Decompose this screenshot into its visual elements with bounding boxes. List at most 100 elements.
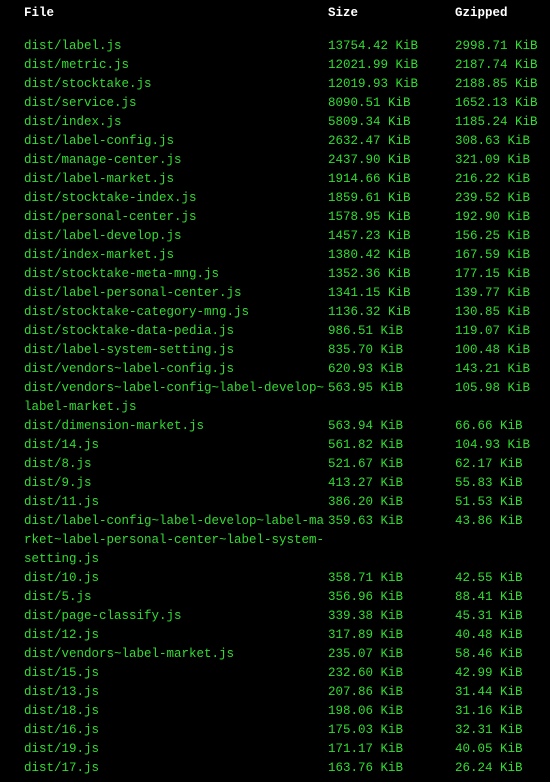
cell-gzipped: 2188.85 KiB: [455, 75, 550, 94]
table-body: dist/label.js13754.42 KiB2998.71 KiBdist…: [8, 37, 542, 778]
cell-file: dist/vendors~label-market.js: [8, 645, 328, 664]
cell-gzipped: 177.15 KiB: [455, 265, 550, 284]
table-row: dist/14.js561.82 KiB104.93 KiB: [8, 436, 542, 455]
table-row: dist/label-config~label-develop~label-ma…: [8, 512, 542, 569]
cell-size: 1352.36 KiB: [328, 265, 455, 284]
table-header-row: File Size Gzipped: [8, 4, 542, 23]
cell-file: dist/19.js: [8, 740, 328, 759]
cell-size: 163.76 KiB: [328, 759, 455, 778]
table-row: dist/stocktake-category-mng.js1136.32 Ki…: [8, 303, 542, 322]
cell-gzipped: 239.52 KiB: [455, 189, 550, 208]
cell-file: dist/label-config~label-develop~label-ma…: [8, 512, 328, 569]
cell-size: 563.94 KiB: [328, 417, 455, 436]
table-row: dist/label.js13754.42 KiB2998.71 KiB: [8, 37, 542, 56]
cell-size: 359.63 KiB: [328, 512, 455, 569]
cell-file: dist/page-classify.js: [8, 607, 328, 626]
cell-size: 1341.15 KiB: [328, 284, 455, 303]
cell-size: 620.93 KiB: [328, 360, 455, 379]
table-row: dist/index-market.js1380.42 KiB167.59 Ki…: [8, 246, 542, 265]
cell-gzipped: 321.09 KiB: [455, 151, 550, 170]
header-size: Size: [328, 4, 455, 23]
cell-file: dist/stocktake-meta-mng.js: [8, 265, 328, 284]
table-row: dist/12.js317.89 KiB40.48 KiB: [8, 626, 542, 645]
cell-gzipped: 55.83 KiB: [455, 474, 550, 493]
cell-size: 207.86 KiB: [328, 683, 455, 702]
table-row: dist/8.js521.67 KiB62.17 KiB: [8, 455, 542, 474]
cell-size: 317.89 KiB: [328, 626, 455, 645]
cell-size: 13754.42 KiB: [328, 37, 455, 56]
cell-gzipped: 104.93 KiB: [455, 436, 550, 455]
table-row: dist/18.js198.06 KiB31.16 KiB: [8, 702, 542, 721]
cell-size: 171.17 KiB: [328, 740, 455, 759]
cell-gzipped: 1185.24 KiB: [455, 113, 550, 132]
table-row: dist/page-classify.js339.38 KiB45.31 KiB: [8, 607, 542, 626]
cell-gzipped: 45.31 KiB: [455, 607, 550, 626]
cell-file: dist/vendors~label-config.js: [8, 360, 328, 379]
cell-file: dist/label-develop.js: [8, 227, 328, 246]
cell-gzipped: 2187.74 KiB: [455, 56, 550, 75]
cell-file: dist/5.js: [8, 588, 328, 607]
cell-file: dist/index.js: [8, 113, 328, 132]
cell-gzipped: 88.41 KiB: [455, 588, 550, 607]
cell-gzipped: 216.22 KiB: [455, 170, 550, 189]
cell-file: dist/stocktake-index.js: [8, 189, 328, 208]
cell-gzipped: 1652.13 KiB: [455, 94, 550, 113]
cell-size: 1914.66 KiB: [328, 170, 455, 189]
cell-size: 1457.23 KiB: [328, 227, 455, 246]
cell-file: dist/10.js: [8, 569, 328, 588]
cell-file: dist/label-personal-center.js: [8, 284, 328, 303]
cell-size: 356.96 KiB: [328, 588, 455, 607]
cell-file: dist/label-config.js: [8, 132, 328, 151]
table-row: dist/index.js5809.34 KiB1185.24 KiB: [8, 113, 542, 132]
table-row: dist/metric.js12021.99 KiB2187.74 KiB: [8, 56, 542, 75]
table-row: dist/17.js163.76 KiB26.24 KiB: [8, 759, 542, 778]
cell-file: dist/stocktake.js: [8, 75, 328, 94]
table-row: dist/vendors~label-market.js235.07 KiB58…: [8, 645, 542, 664]
table-row: dist/stocktake-data-pedia.js986.51 KiB11…: [8, 322, 542, 341]
cell-gzipped: 62.17 KiB: [455, 455, 550, 474]
cell-file: dist/12.js: [8, 626, 328, 645]
table-row: dist/manage-center.js2437.90 KiB321.09 K…: [8, 151, 542, 170]
cell-size: 521.67 KiB: [328, 455, 455, 474]
cell-file: dist/vendors~label-config~label-develop~…: [8, 379, 328, 417]
cell-gzipped: 156.25 KiB: [455, 227, 550, 246]
table-row: dist/stocktake-index.js1859.61 KiB239.52…: [8, 189, 542, 208]
cell-gzipped: 31.16 KiB: [455, 702, 550, 721]
table-row: dist/dimension-market.js563.94 KiB66.66 …: [8, 417, 542, 436]
table-row: dist/label-system-setting.js835.70 KiB10…: [8, 341, 542, 360]
table-row: dist/stocktake.js12019.93 KiB2188.85 KiB: [8, 75, 542, 94]
cell-file: dist/label.js: [8, 37, 328, 56]
cell-gzipped: 139.77 KiB: [455, 284, 550, 303]
table-row: dist/5.js356.96 KiB88.41 KiB: [8, 588, 542, 607]
cell-gzipped: 119.07 KiB: [455, 322, 550, 341]
cell-gzipped: 130.85 KiB: [455, 303, 550, 322]
cell-file: dist/dimension-market.js: [8, 417, 328, 436]
cell-file: dist/label-market.js: [8, 170, 328, 189]
cell-size: 8090.51 KiB: [328, 94, 455, 113]
cell-size: 563.95 KiB: [328, 379, 455, 417]
cell-file: dist/manage-center.js: [8, 151, 328, 170]
cell-size: 561.82 KiB: [328, 436, 455, 455]
cell-gzipped: 43.86 KiB: [455, 512, 550, 569]
cell-file: dist/label-system-setting.js: [8, 341, 328, 360]
table-row: dist/vendors~label-config~label-develop~…: [8, 379, 542, 417]
cell-size: 175.03 KiB: [328, 721, 455, 740]
cell-file: dist/15.js: [8, 664, 328, 683]
table-row: dist/vendors~label-config.js620.93 KiB14…: [8, 360, 542, 379]
table-row: dist/label-config.js2632.47 KiB308.63 Ki…: [8, 132, 542, 151]
table-row: dist/15.js232.60 KiB42.99 KiB: [8, 664, 542, 683]
table-row: dist/10.js358.71 KiB42.55 KiB: [8, 569, 542, 588]
cell-file: dist/8.js: [8, 455, 328, 474]
cell-size: 232.60 KiB: [328, 664, 455, 683]
cell-file: dist/13.js: [8, 683, 328, 702]
cell-file: dist/11.js: [8, 493, 328, 512]
cell-gzipped: 143.21 KiB: [455, 360, 550, 379]
cell-file: dist/index-market.js: [8, 246, 328, 265]
cell-file: dist/16.js: [8, 721, 328, 740]
cell-file: dist/personal-center.js: [8, 208, 328, 227]
cell-size: 339.38 KiB: [328, 607, 455, 626]
cell-gzipped: 105.98 KiB: [455, 379, 550, 417]
cell-file: dist/stocktake-category-mng.js: [8, 303, 328, 322]
cell-gzipped: 58.46 KiB: [455, 645, 550, 664]
cell-file: dist/18.js: [8, 702, 328, 721]
